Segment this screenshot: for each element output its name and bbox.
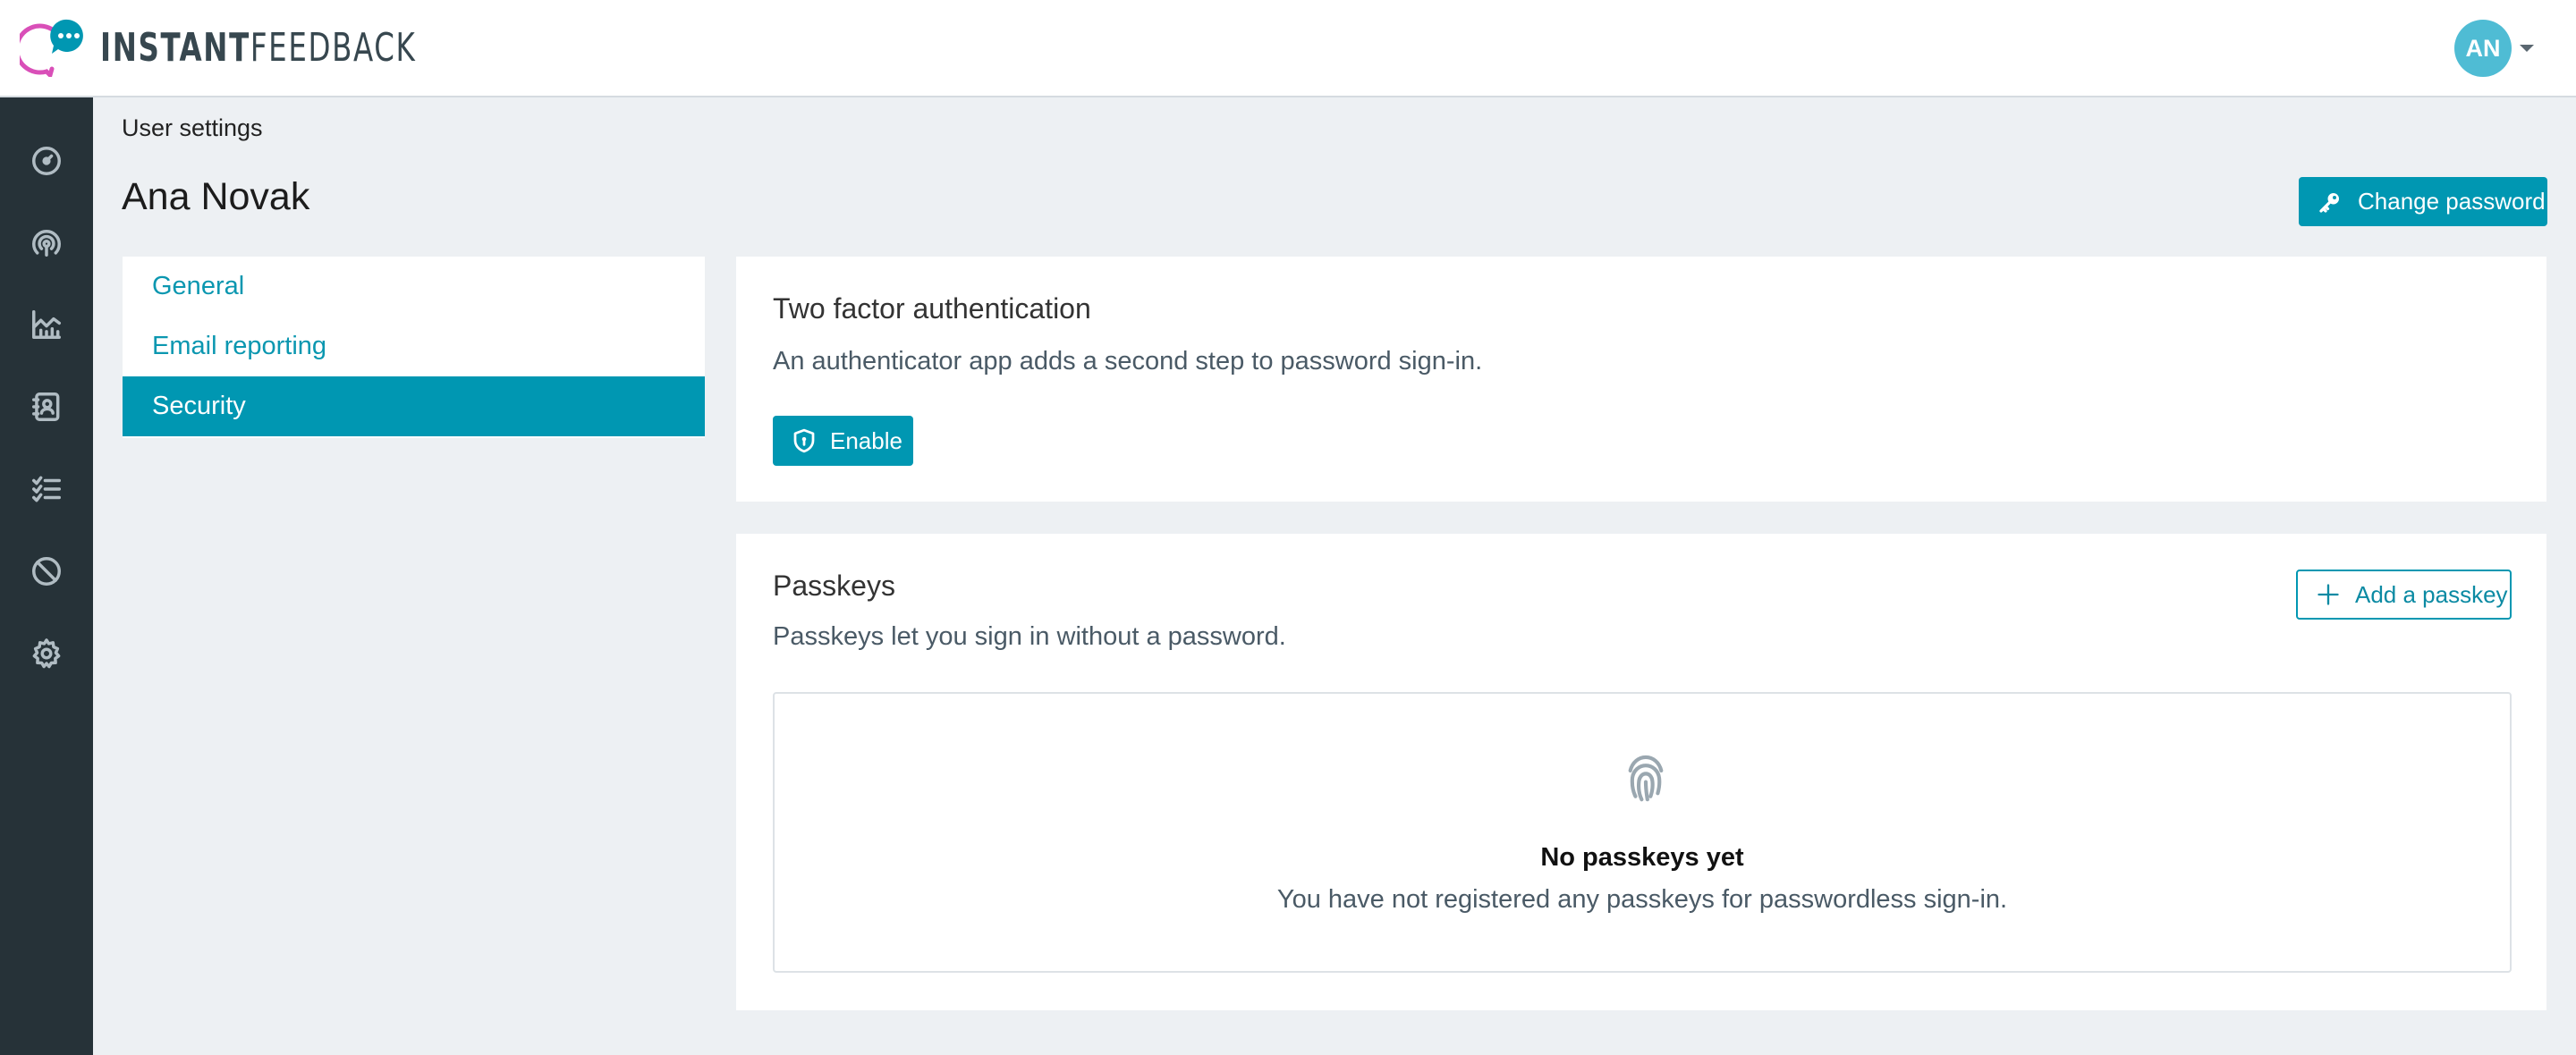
top-bar: INSTANTFEEDBACK AN [0,0,2576,97]
sidebar-item-settings[interactable] [25,632,68,675]
passkeys-title: Passkeys [773,570,895,602]
settings-menu: General Email reporting Security [123,257,705,438]
two-factor-description: An authenticator app adds a second step … [773,347,1483,376]
sidebar-item-contacts[interactable] [25,385,68,428]
fingerprint-icon [1628,755,1664,802]
app-logo[interactable]: INSTANTFEEDBACK [20,18,486,77]
broadcast-icon [32,230,61,257]
empty-state-title: No passkeys yet [1540,843,1744,872]
user-avatar[interactable]: AN [2454,20,2512,77]
passkeys-card: Passkeys Passkeys let you sign in withou… [736,534,2546,1010]
enable-two-factor-button[interactable]: Enable [773,416,913,466]
shield-icon [793,428,815,453]
plus-icon [2318,584,2339,605]
checklist-icon [32,476,61,502]
change-password-button[interactable]: Change password [2299,177,2547,226]
two-factor-title: Two factor authentication [773,292,1091,325]
add-passkey-button[interactable]: Add a passkey [2296,570,2512,620]
sidebar-item-tasks[interactable] [25,468,68,511]
breadcrumb: User settings [122,114,263,141]
sidebar-item-dashboard[interactable] [25,139,68,182]
enable-label: Enable [830,426,902,454]
sidebar-item-broadcast[interactable] [25,221,68,264]
passkeys-description: Passkeys let you sign in without a passw… [773,622,1286,651]
blocked-icon [32,557,61,586]
contacts-book-icon [32,392,60,421]
analytics-chart-icon [32,310,61,339]
logo-wordmark: INSTANTFEEDBACK [100,24,417,71]
dashboard-icon [32,147,61,175]
sidebar-item-analytics[interactable] [25,303,68,346]
sidebar-nav [0,97,93,1055]
key-icon [2319,192,2339,213]
two-factor-card: Two factor authentication An authenticat… [736,257,2546,502]
change-password-label: Change password [2358,188,2546,215]
chevron-down-icon[interactable] [2520,45,2534,52]
settings-menu-security[interactable]: Security [123,376,705,436]
page-title: Ana Novak [122,175,310,218]
empty-state-description: You have not registered any passkeys for… [1276,885,2008,914]
add-passkey-label: Add a passkey [2355,580,2508,608]
passkeys-empty-state: No passkeys yet You have not registered … [773,692,2512,973]
sidebar-item-blocked[interactable] [25,550,68,593]
settings-gear-icon [32,638,61,669]
settings-menu-email-reporting[interactable]: Email reporting [123,316,705,376]
settings-menu-general[interactable]: General [123,257,705,316]
logo-chat-bubbles-icon [20,19,83,77]
